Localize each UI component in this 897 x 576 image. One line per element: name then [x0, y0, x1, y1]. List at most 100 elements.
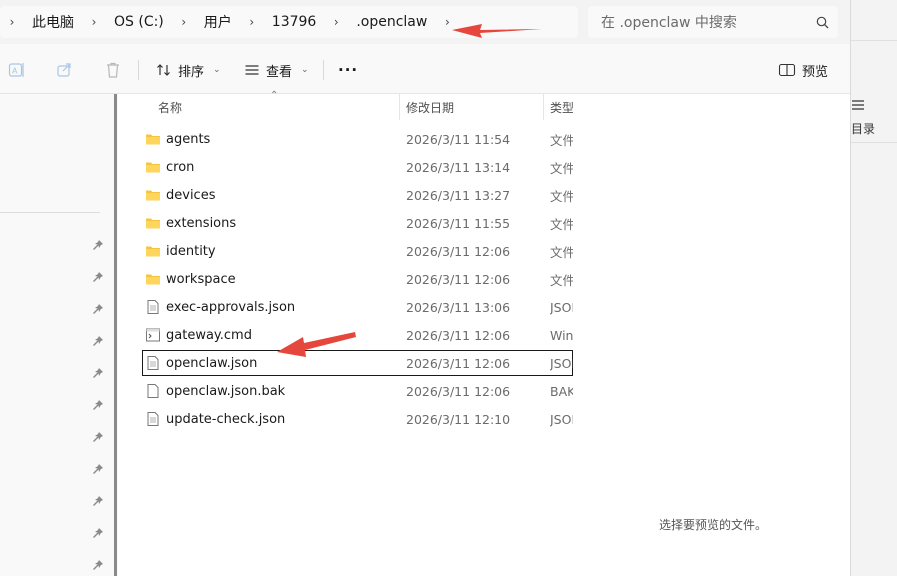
file-type: 文件夹	[550, 272, 573, 288]
preview-pane-button[interactable]: 预览	[778, 58, 828, 82]
file-row[interactable]: agents 2026/3/11 11:54 文件夹	[142, 126, 573, 152]
file-row[interactable]: openclaw.json.bak 2026/3/11 12:06 BAK	[142, 378, 573, 404]
file-type: JSON	[550, 411, 573, 427]
script-file-icon	[146, 328, 160, 342]
file-modified-date: 2026/3/11 12:06	[406, 355, 511, 371]
file-type: 文件夹	[550, 188, 573, 204]
pin-icon[interactable]	[92, 463, 104, 475]
file-row[interactable]: devices 2026/3/11 13:27 文件夹	[142, 182, 573, 208]
file-modified-date: 2026/3/11 12:06	[406, 243, 511, 259]
nav-scrollbar[interactable]	[114, 94, 117, 576]
toc-label[interactable]: 目录	[851, 120, 875, 137]
file-row[interactable]: gateway.cmd 2026/3/11 12:06 Windows	[142, 322, 573, 348]
preview-empty-message: 选择要预览的文件。	[659, 518, 768, 532]
pin-icon[interactable]	[92, 367, 104, 379]
pin-icon[interactable]	[92, 303, 104, 315]
breadcrumb-openclaw[interactable]: .openclaw	[348, 14, 435, 30]
view-label: 查看	[266, 64, 293, 80]
text-file-icon	[147, 300, 159, 314]
text-file-icon	[147, 412, 159, 426]
folder-icon	[146, 190, 160, 201]
file-type: 文件夹	[550, 132, 573, 148]
breadcrumb-this-pc[interactable]: 此电脑	[24, 12, 82, 32]
file-name: openclaw.json	[166, 355, 258, 371]
breadcrumb-os-drive[interactable]: OS (C:)	[106, 14, 172, 30]
file-row[interactable]: update-check.json 2026/3/11 12:10 JSON	[142, 406, 573, 432]
chevron-down-icon: ⌄	[213, 65, 221, 75]
file-type: 文件夹	[550, 244, 573, 260]
column-divider[interactable]	[399, 94, 400, 120]
rename-icon[interactable]: A	[8, 61, 26, 79]
text-file-icon	[147, 356, 159, 370]
breadcrumb-user-folder[interactable]: 13796	[264, 14, 325, 30]
divider	[851, 142, 897, 143]
folder-icon	[146, 274, 160, 285]
file-name: exec-approvals.json	[166, 299, 296, 315]
chevron-right-icon[interactable]: ›	[240, 15, 264, 29]
file-modified-date: 2026/3/11 13:06	[406, 299, 511, 315]
file-type: 文件夹	[550, 160, 573, 176]
folder-icon	[146, 246, 160, 257]
file-list[interactable]: ⌃ 名称 修改日期 类型 agents2026/3/11 11:54文件夹cro…	[124, 90, 573, 576]
nav-divider	[0, 212, 100, 213]
pin-icon[interactable]	[92, 431, 104, 443]
file-name: extensions	[166, 215, 237, 231]
column-divider[interactable]	[543, 94, 544, 120]
search-input[interactable]: 在 .openclaw 中搜索	[588, 6, 838, 38]
file-modified-date: 2026/3/11 12:10	[406, 411, 511, 427]
file-modified-date: 2026/3/11 12:06	[406, 327, 511, 343]
chevron-right-icon[interactable]: ›	[82, 15, 106, 29]
file-type: 文件夹	[550, 216, 573, 232]
pin-icon[interactable]	[92, 559, 104, 571]
file-name: gateway.cmd	[166, 327, 252, 343]
file-row[interactable]: workspace 2026/3/11 12:06 文件夹	[142, 266, 573, 292]
toolbar-divider	[138, 60, 139, 80]
background-window[interactable]: 目录	[850, 0, 897, 576]
file-row[interactable]: exec-approvals.json 2026/3/11 13:06 JSON	[142, 294, 573, 320]
breadcrumb-users[interactable]: 用户	[196, 12, 240, 32]
svg-text:A: A	[12, 67, 18, 76]
search-icon[interactable]	[806, 16, 838, 29]
column-header-date[interactable]: 修改日期	[406, 94, 544, 120]
file-name: update-check.json	[166, 411, 286, 427]
pin-icon[interactable]	[92, 399, 104, 411]
share-icon[interactable]	[56, 61, 74, 79]
chevron-right-icon[interactable]: ›	[172, 15, 196, 29]
view-button[interactable]: 查看 ⌄	[244, 58, 309, 82]
delete-icon[interactable]	[104, 61, 122, 79]
file-row[interactable]: openclaw.json 2026/3/11 12:06 JSON	[142, 350, 573, 376]
file-row[interactable]: extensions 2026/3/11 11:55 文件夹	[142, 210, 573, 236]
more-options-button[interactable]: ···	[338, 58, 358, 82]
sort-button[interactable]: 排序 ⌄	[156, 58, 221, 82]
folder-icon	[146, 218, 160, 229]
pin-icon[interactable]	[92, 495, 104, 507]
pin-icon[interactable]	[92, 239, 104, 251]
list-icon[interactable]	[851, 98, 865, 112]
file-name: identity	[166, 243, 216, 259]
chevron-right-icon[interactable]: ›	[324, 15, 348, 29]
file-type: BAK	[550, 383, 573, 399]
file-row[interactable]: identity 2026/3/11 12:06 文件夹	[142, 238, 573, 264]
chevron-down-icon: ⌄	[301, 65, 309, 75]
toolbar-divider	[323, 60, 324, 80]
navigation-pane[interactable]	[0, 94, 118, 576]
file-type: JSON	[550, 299, 573, 315]
pin-icon[interactable]	[92, 335, 104, 347]
file-row[interactable]: cron 2026/3/11 13:14 文件夹	[142, 154, 573, 180]
blank-file-icon	[147, 384, 159, 398]
preview-label: 预览	[802, 64, 829, 80]
column-header-type[interactable]: 类型	[550, 94, 573, 120]
address-bar[interactable]: › 此电脑 › OS (C:) › 用户 › 13796 › .openclaw…	[0, 6, 578, 38]
file-modified-date: 2026/3/11 12:06	[406, 271, 511, 287]
file-modified-date: 2026/3/11 11:54	[406, 131, 511, 147]
chevron-right-icon[interactable]: ›	[435, 15, 459, 29]
column-header-name[interactable]: 名称	[158, 94, 398, 120]
file-name: openclaw.json.bak	[166, 383, 286, 399]
pin-icon[interactable]	[92, 527, 104, 539]
file-modified-date: 2026/3/11 11:55	[406, 215, 511, 231]
divider	[851, 40, 897, 41]
top-bar: › 此电脑 › OS (C:) › 用户 › 13796 › .openclaw…	[0, 0, 850, 44]
pin-icon[interactable]	[92, 271, 104, 283]
view-icon	[245, 65, 259, 75]
chevron-right-icon[interactable]: ›	[0, 15, 24, 29]
